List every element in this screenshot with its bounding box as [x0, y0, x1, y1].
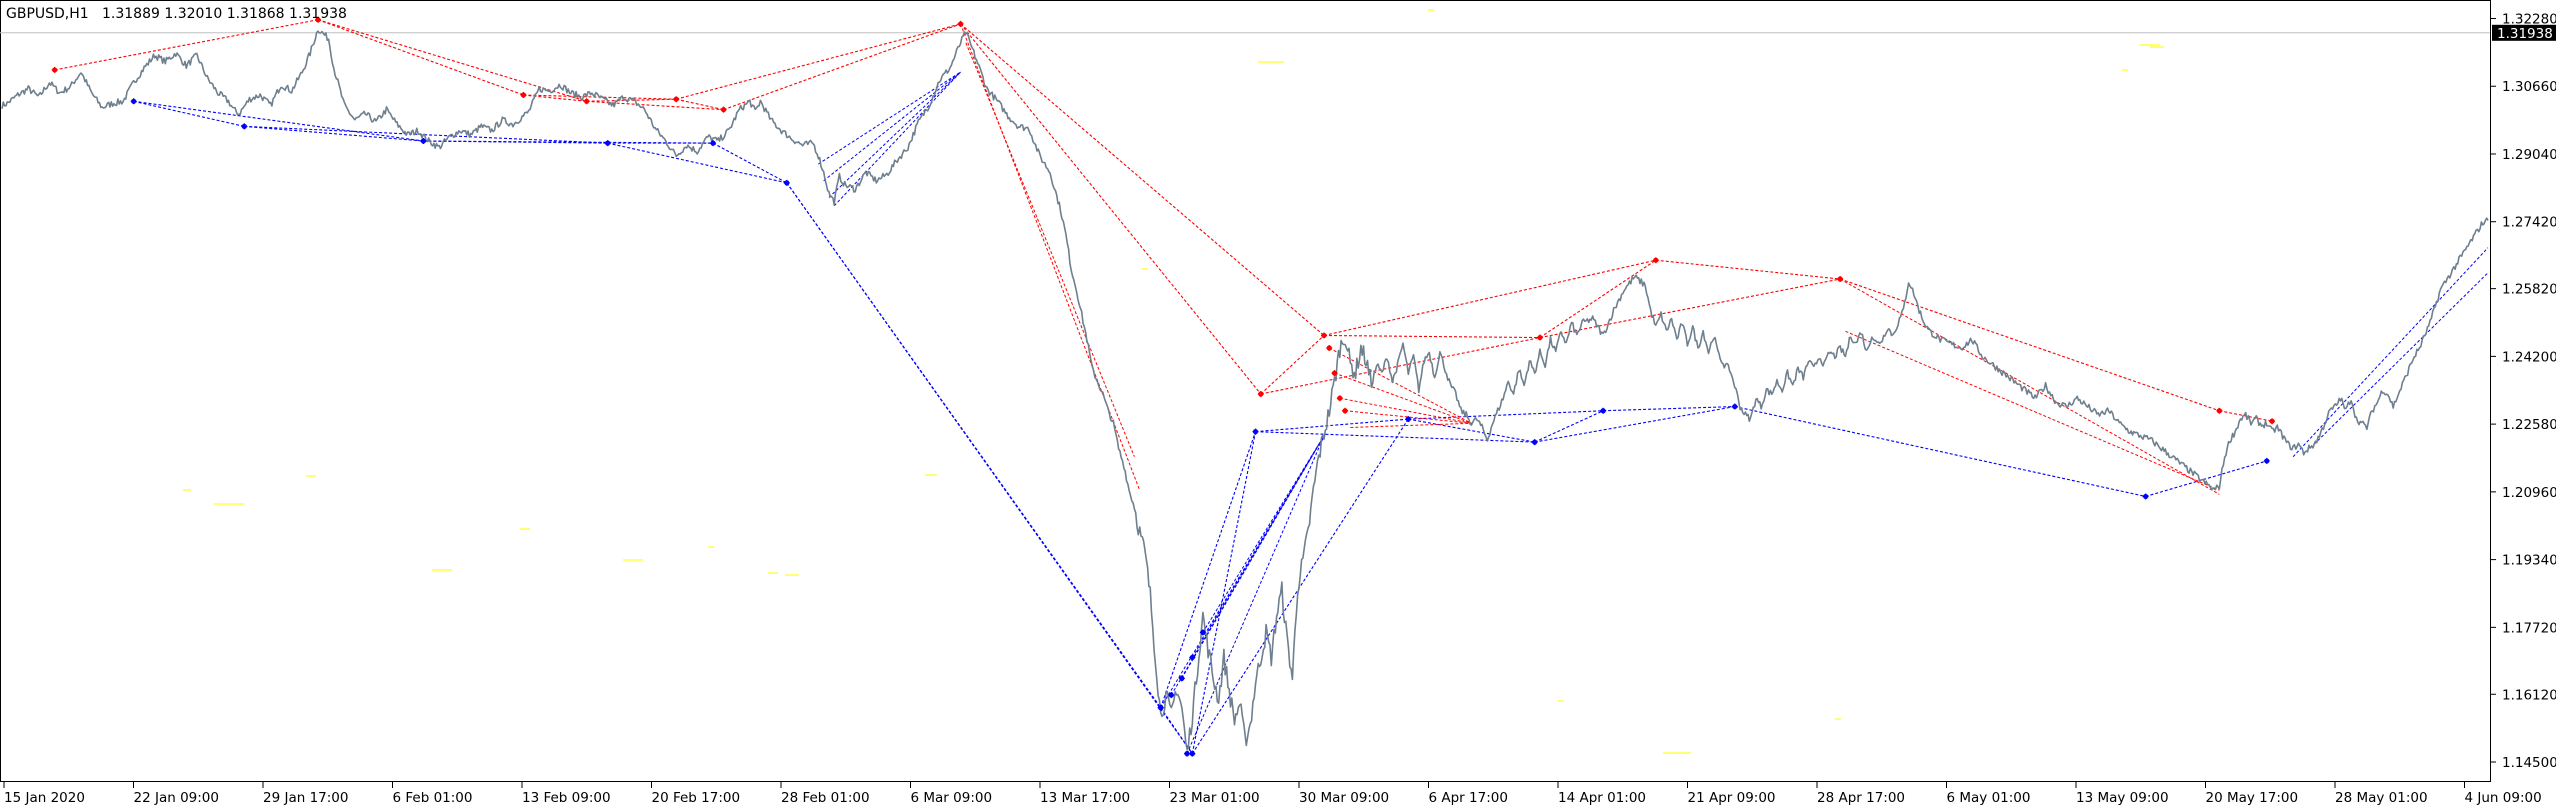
price-chart[interactable]: 1.322801.306601.290401.274201.258201.242…: [0, 0, 2556, 809]
time-tick-label: 20 Feb 17:00: [652, 790, 741, 806]
time-tick-label: 20 May 17:00: [2206, 790, 2299, 806]
time-tick-label: 21 Apr 09:00: [1688, 790, 1776, 806]
time-tick-label: 28 Apr 17:00: [1817, 790, 1905, 806]
stray-dot: [1258, 61, 1284, 63]
stray-dot: [1663, 752, 1691, 754]
current-price-tag: 1.31938: [2492, 24, 2556, 42]
stray-dot: [214, 503, 244, 505]
time-tick-label: 6 Mar 09:00: [911, 790, 993, 806]
stray-dot: [768, 572, 778, 574]
price-tick-label: 1.14500: [2502, 755, 2556, 771]
stray-dot: [2140, 44, 2160, 46]
stray-dot: [1428, 9, 1434, 11]
ohlc-readout: 1.31889 1.32010 1.31868 1.31938: [102, 6, 347, 22]
time-tick-label: 30 Mar 09:00: [1299, 790, 1389, 806]
time-tick-label: 15 Jan 2020: [4, 790, 85, 806]
time-tick-label: 13 Mar 17:00: [1040, 790, 1130, 806]
price-tick-label: 1.22580: [2502, 417, 2556, 433]
price-tick-label: 1.16120: [2502, 687, 2556, 703]
time-tick-label: 29 Jan 17:00: [263, 790, 348, 806]
stray-dot: [2122, 69, 2128, 71]
stray-dot: [785, 574, 799, 576]
mt4-chart-window[interactable]: 1.32280 1.30660 1.29040 1.27420 1.25820 1.242…: [0, 0, 2556, 809]
time-tick-label: 23 Mar 01:00: [1170, 790, 1260, 806]
time-tick-label: 28 May 01:00: [2335, 790, 2428, 806]
price-tick-label: 1.19340: [2502, 553, 2556, 569]
time-tick-label: 28 Feb 01:00: [781, 790, 870, 806]
stray-dot: [623, 559, 643, 561]
price-tick-label: 1.17720: [2502, 620, 2556, 636]
stray-dot: [520, 528, 530, 530]
stray-dot: [1142, 268, 1148, 270]
stray-dot: [1558, 700, 1564, 702]
price-tick-label: 1.30660: [2502, 79, 2556, 95]
stray-dot: [432, 569, 452, 571]
price-tick-label: 1.25820: [2502, 282, 2556, 298]
stray-dot: [708, 546, 714, 548]
price-tick-label: 1.29040: [2502, 147, 2556, 163]
stray-dot: [925, 474, 937, 476]
time-tick-label: 6 Apr 17:00: [1429, 790, 1508, 806]
stray-dot: [306, 475, 316, 477]
time-tick-label: 4 Jun 09:00: [2465, 790, 2542, 806]
time-axis: 15 Jan 2020 22 Jan 09:00 29 Jan 17:00 6 Feb…: [3, 782, 2542, 806]
price-tick-label: 1.20960: [2502, 485, 2556, 501]
time-tick-label: 22 Jan 09:00: [134, 790, 219, 806]
time-tick-label: 6 May 01:00: [1947, 790, 2031, 806]
time-tick-label: 13 May 09:00: [2076, 790, 2169, 806]
chart-frame: [0, 0, 2491, 782]
stray-dot: [2150, 46, 2164, 48]
time-tick-label: 13 Feb 09:00: [522, 790, 611, 806]
symbol-label: GBPUSD,H1: [6, 6, 89, 22]
price-axis: 1.322801.306601.290401.274201.258201.242…: [2490, 12, 2556, 771]
price-tick-label: 1.27420: [2502, 215, 2556, 231]
current-price-value: 1.31938: [2497, 26, 2553, 42]
time-tick-label: 6 Feb 01:00: [393, 790, 473, 806]
stray-dot: [183, 489, 191, 491]
stray-dot: [1835, 718, 1841, 720]
time-tick-label: 14 Apr 01:00: [1558, 790, 1646, 806]
price-tick-label: 1.24200: [2502, 349, 2556, 365]
